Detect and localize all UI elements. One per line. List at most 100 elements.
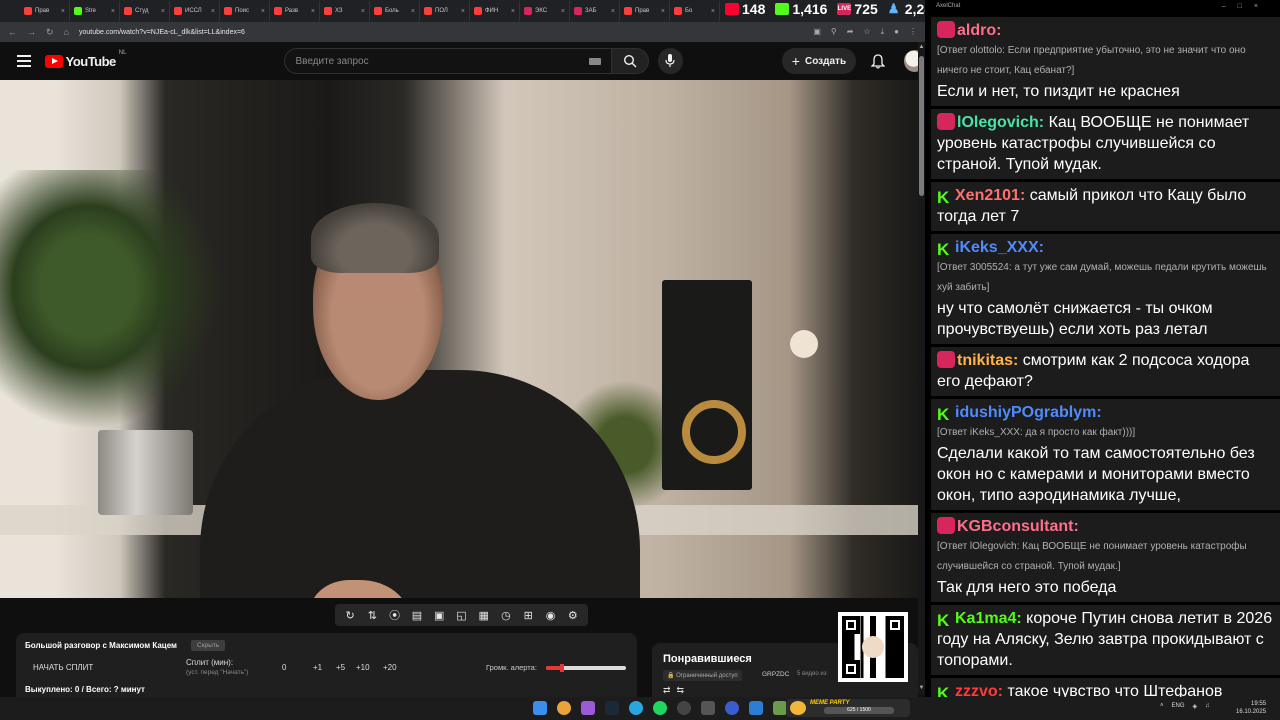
url-field[interactable]: youtube.com/watch?v=NJEa-cL_dlk&list=LL&…: [79, 29, 245, 36]
spotify-icon[interactable]: [653, 701, 667, 715]
tab-close-icon[interactable]: ×: [461, 8, 465, 15]
chat-username[interactable]: idushiyPOgrablym:: [955, 404, 1102, 421]
minimize-icon[interactable]: –: [1222, 3, 1238, 10]
loop-icon[interactable]: ⇄: [663, 685, 677, 695]
video-player[interactable]: [0, 80, 918, 598]
home-icon[interactable]: ⌂: [64, 27, 69, 37]
browser-tab[interactable]: Прав ×: [20, 1, 70, 21]
volume-icon[interactable]: ♫: [1205, 703, 1210, 710]
theater-icon[interactable]: ▦: [477, 608, 491, 622]
volume-slider[interactable]: [546, 666, 626, 670]
browser-tab[interactable]: Боль ×: [370, 1, 420, 21]
chat-username[interactable]: zzzvo:: [955, 683, 1003, 697]
chat-username[interactable]: lOlegovich:: [957, 114, 1044, 131]
star-icon[interactable]: ☆: [863, 27, 870, 37]
clock[interactable]: 19:55 16.10.2025: [1236, 700, 1266, 716]
loop-icon[interactable]: ↻: [343, 608, 357, 622]
tab-close-icon[interactable]: ×: [261, 8, 265, 15]
telegram-icon[interactable]: [629, 701, 643, 715]
download-icon[interactable]: ⤓: [881, 27, 885, 37]
chat-username[interactable]: iKeks_XXX:: [955, 239, 1044, 256]
increment-20-button[interactable]: +20: [383, 663, 397, 672]
wifi-icon[interactable]: ◈: [1193, 703, 1198, 710]
app-icon[interactable]: [773, 701, 787, 715]
reload-icon[interactable]: ↻: [46, 27, 54, 38]
browser-tab[interactable]: ХЗ ×: [320, 1, 370, 21]
app-icon[interactable]: [701, 701, 715, 715]
tab-close-icon[interactable]: ×: [361, 8, 365, 15]
add-icon[interactable]: ⊞: [521, 608, 535, 622]
chat-username[interactable]: aldro:: [957, 22, 1001, 39]
split-value[interactable]: 0: [282, 663, 286, 672]
forward-icon[interactable]: →: [27, 27, 36, 37]
tab-close-icon[interactable]: ×: [611, 8, 615, 15]
tab-close-icon[interactable]: ×: [661, 8, 665, 15]
shuffle-icon[interactable]: ⇆: [677, 685, 691, 695]
app-icon[interactable]: [725, 701, 739, 715]
windows-start-icon[interactable]: [533, 701, 547, 715]
playlist-title[interactable]: Понравившиеся: [663, 653, 752, 665]
menu-icon[interactable]: [17, 55, 31, 67]
captions-icon[interactable]: ▤: [410, 608, 424, 622]
menu-icon[interactable]: ⋮: [909, 27, 917, 37]
increment-5-button[interactable]: +5: [336, 663, 345, 672]
maximize-icon[interactable]: □: [1238, 3, 1254, 10]
share-icon[interactable]: ➦: [847, 27, 854, 37]
browser-tab[interactable]: Прав ×: [620, 1, 670, 21]
chat-username[interactable]: Ka1ma4:: [955, 610, 1022, 627]
search-input[interactable]: Введите запрос: [284, 48, 612, 74]
scroll-up-icon[interactable]: ▲: [918, 44, 925, 50]
start-split-button[interactable]: НАЧАТЬ СПЛИТ: [33, 663, 93, 672]
obs-icon[interactable]: [677, 701, 691, 715]
tab-close-icon[interactable]: ×: [111, 8, 115, 15]
tab-close-icon[interactable]: ×: [561, 8, 565, 15]
chat-username[interactable]: Xen2101:: [955, 187, 1025, 204]
chat-username[interactable]: tnikitas:: [957, 352, 1018, 369]
scrollbar-thumb[interactable]: [919, 56, 924, 196]
app-icon[interactable]: [581, 701, 595, 715]
tab-close-icon[interactable]: ×: [411, 8, 415, 15]
browser-tab[interactable]: Поис ×: [220, 1, 270, 21]
extension-icon[interactable]: ▣: [813, 27, 821, 37]
browser-tab[interactable]: Студ ×: [120, 1, 170, 21]
browser-tab[interactable]: Бо ×: [670, 1, 720, 21]
tab-close-icon[interactable]: ×: [211, 8, 215, 15]
close-icon[interactable]: ×: [1254, 3, 1270, 10]
chrome-icon[interactable]: [557, 701, 571, 715]
volume-knob[interactable]: [560, 664, 564, 672]
tab-close-icon[interactable]: ×: [161, 8, 165, 15]
steam-icon[interactable]: [605, 701, 619, 715]
language-indicator[interactable]: ENG: [1172, 703, 1185, 710]
back-icon[interactable]: ←: [8, 27, 17, 37]
youtube-logo[interactable]: YouTube NL: [44, 50, 126, 69]
playlist-owner[interactable]: GRPZDC: [762, 671, 789, 678]
keyboard-icon[interactable]: [588, 57, 601, 65]
zoom-icon[interactable]: ⚲: [831, 27, 837, 37]
search-button[interactable]: [611, 48, 649, 74]
tab-close-icon[interactable]: ×: [311, 8, 315, 15]
browser-tab[interactable]: ИССЛ ×: [170, 1, 220, 21]
sort-icon[interactable]: ⇅: [365, 608, 379, 622]
screenshot-icon[interactable]: ◉: [544, 608, 558, 622]
browser-tab[interactable]: ЗАБ ×: [570, 1, 620, 21]
app-icon[interactable]: [749, 701, 763, 715]
pip-icon[interactable]: ◱: [454, 608, 468, 622]
scroll-down-icon[interactable]: ▼: [918, 685, 925, 691]
tab-close-icon[interactable]: ×: [61, 8, 65, 15]
browser-tab[interactable]: ФИН ×: [470, 1, 520, 21]
increment-1-button[interactable]: +1: [313, 663, 322, 672]
browser-tab[interactable]: ЭКС ×: [520, 1, 570, 21]
voice-search-button[interactable]: [657, 48, 683, 74]
chevron-up-icon[interactable]: ˄: [1160, 703, 1164, 710]
page-scrollbar[interactable]: ▲ ▼: [918, 42, 925, 695]
notifications-button[interactable]: [870, 53, 886, 69]
browser-tab[interactable]: Stre ×: [70, 1, 120, 21]
tab-close-icon[interactable]: ×: [711, 8, 715, 15]
create-button[interactable]: + Создать: [781, 48, 857, 74]
browser-tab[interactable]: Разв ×: [270, 1, 320, 21]
increment-10-button[interactable]: +10: [356, 663, 370, 672]
browser-tab[interactable]: ПОЛ ×: [420, 1, 470, 21]
settings-icon[interactable]: ⚙: [566, 608, 580, 622]
audio-icon[interactable]: ⦿: [388, 608, 402, 622]
chat-username[interactable]: KGBconsultant:: [957, 518, 1079, 535]
